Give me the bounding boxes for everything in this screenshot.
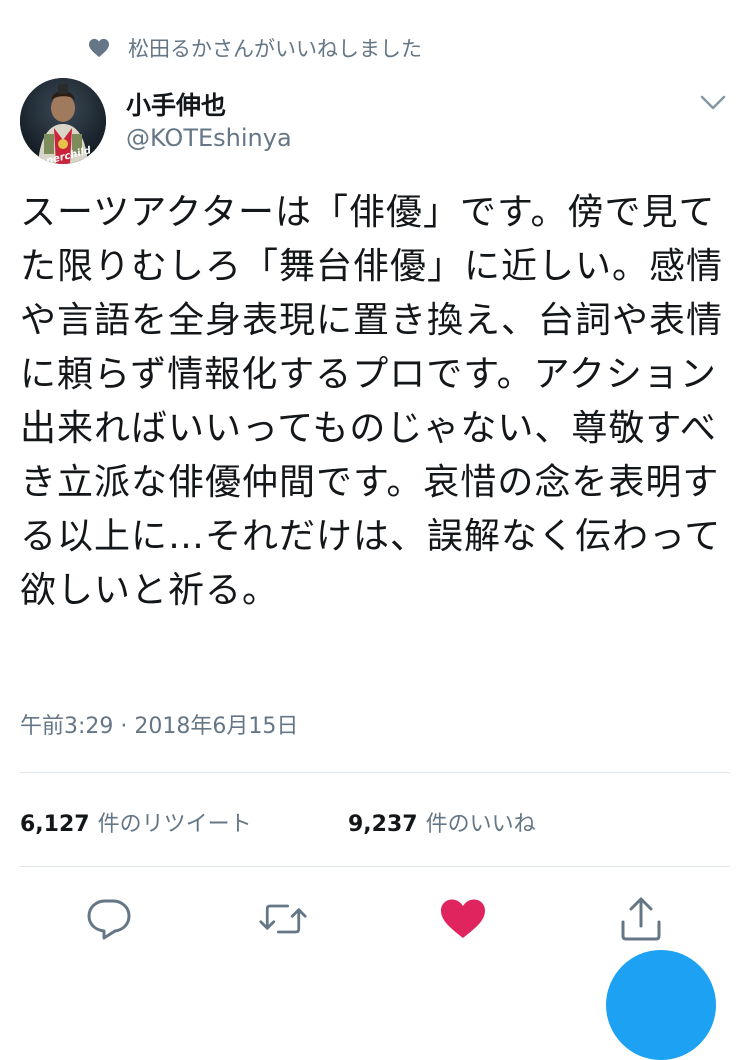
avatar-image: Innerchild (20, 78, 106, 164)
avatar[interactable]: Innerchild (20, 78, 106, 164)
retweet-stat[interactable]: 6,127 件のリツイート (20, 806, 252, 838)
heart-icon (89, 38, 109, 58)
share-button[interactable] (616, 894, 666, 944)
like-button[interactable] (438, 894, 488, 944)
retweet-button[interactable] (258, 894, 308, 944)
likes-label: 件のいいね (425, 812, 536, 837)
retweet-icon (259, 904, 307, 934)
likes-stat[interactable]: 9,237 件のいいね (348, 806, 536, 838)
social-context-text: 松田るかさんがいいねしました (128, 37, 422, 61)
divider-top (20, 772, 730, 773)
compose-fab[interactable] (606, 950, 716, 1060)
reply-button[interactable] (84, 894, 134, 944)
tweet-timestamp[interactable]: 午前3:29 · 2018年6月15日 (20, 708, 298, 740)
retweet-label: 件のリツイート (97, 812, 252, 837)
heart-icon (441, 899, 485, 938)
likes-count: 9,237 (348, 812, 418, 837)
chevron-down-icon[interactable] (698, 92, 728, 114)
reply-icon (87, 899, 131, 940)
tweet-text: スーツアクターは「俳優」です。傍で見てた限りむしろ「舞台俳優」に近しい。感情や言… (20, 192, 724, 611)
user-handle[interactable]: @KOTEshinya (126, 124, 292, 152)
share-icon (621, 897, 661, 941)
retweet-count: 6,127 (20, 812, 90, 837)
social-context: 松田るかさんがいいねしました (88, 32, 422, 64)
divider-bottom (20, 866, 730, 867)
display-name[interactable]: 小手伸也 (126, 86, 226, 122)
